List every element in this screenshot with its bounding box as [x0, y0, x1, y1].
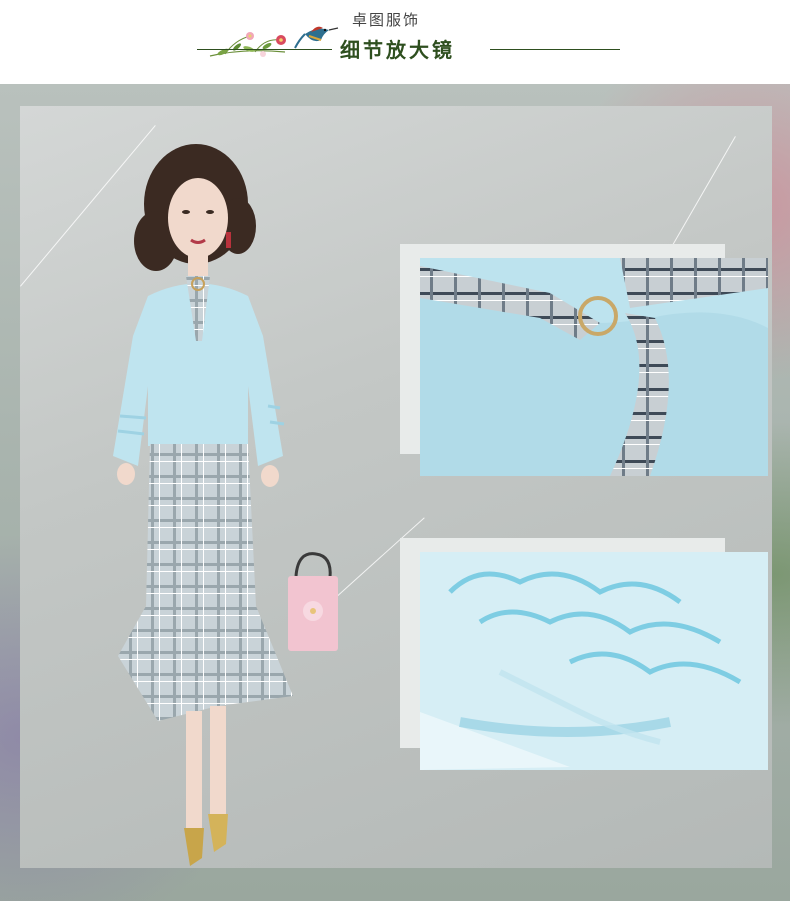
pink-handbag — [288, 552, 338, 651]
brand-name: 卓图服饰 — [352, 11, 421, 29]
cuff-detail-illustration — [420, 552, 768, 770]
section-title: 细节放大镜 — [340, 38, 455, 62]
photo-frame — [20, 106, 772, 868]
title-rule-left — [197, 49, 332, 50]
model-photo — [113, 144, 293, 866]
title-rule-right — [490, 49, 620, 50]
product-photo-scene — [0, 84, 790, 901]
detail-photo-cuff — [420, 552, 768, 770]
bird-and-flowers-icon — [209, 26, 339, 57]
detail-photo-neckline — [420, 258, 768, 476]
header: 卓图服饰 细节放大镜 — [0, 0, 790, 84]
neckline-detail-illustration — [420, 258, 768, 476]
